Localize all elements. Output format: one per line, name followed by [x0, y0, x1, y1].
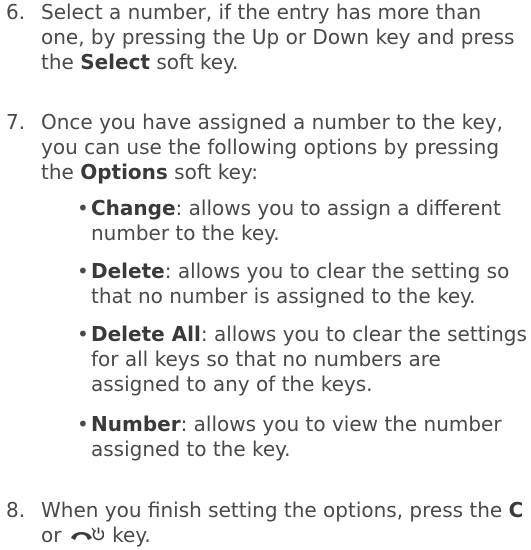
option-term: Delete All	[91, 322, 201, 346]
step-number: 7.	[6, 110, 26, 134]
c-key-label: C	[508, 498, 524, 522]
step-7: 7. Once you have assigned a number to th…	[6, 110, 531, 185]
manual-page: 6. Select a number, if the entry has mor…	[0, 0, 531, 550]
end-call-power-key-icon	[70, 525, 105, 550]
step-text: Select a number, if the entry has more t…	[41, 0, 515, 74]
step-text: When you finish setting the options, pre…	[41, 498, 531, 550]
step-6: 6. Select a number, if the entry has mor…	[6, 0, 531, 75]
step-number: 8.	[6, 498, 26, 522]
bullet-icon: •	[77, 196, 89, 220]
option-term: Number	[91, 412, 181, 436]
option-term: Delete	[91, 259, 165, 283]
bullet-icon: •	[77, 412, 89, 436]
option-delete: • Delete: allows you to clear the settin…	[77, 259, 531, 309]
options-softkey-label: Options	[80, 160, 168, 184]
bullet-icon: •	[77, 259, 89, 283]
step-text: Once you have assigned a number to the k…	[41, 110, 504, 184]
step-8: 8. When you finish setting the options, …	[6, 498, 531, 550]
option-term: Change	[91, 196, 176, 220]
step-number: 6.	[6, 0, 26, 24]
option-delete-all: • Delete All: allows you to clear the se…	[77, 322, 531, 397]
select-softkey-label: Select	[80, 50, 150, 74]
bullet-icon: •	[77, 322, 89, 346]
option-change: • Change: allows you to assign a differe…	[77, 196, 531, 246]
option-number: • Number: allows you to view the number …	[77, 412, 531, 462]
